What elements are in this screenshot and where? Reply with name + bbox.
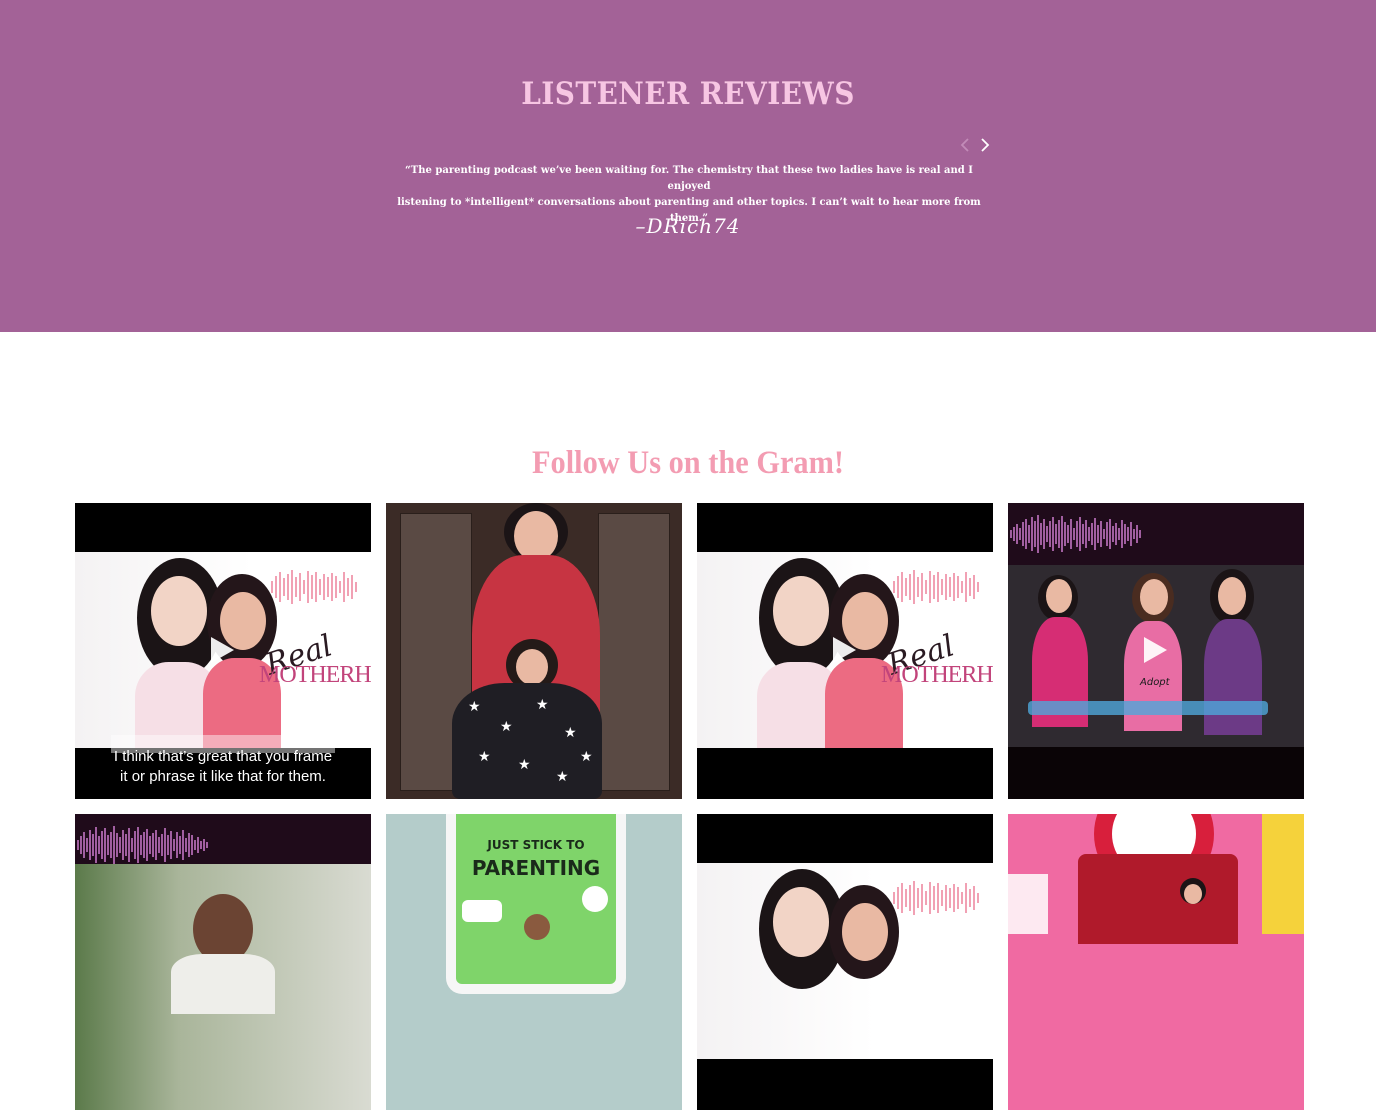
brand-name: MOTHERHOOD xyxy=(259,662,371,688)
instagram-post-8[interactable] xyxy=(1008,814,1304,1110)
play-icon xyxy=(1144,637,1167,663)
audio-wave-icon xyxy=(1008,503,1304,565)
brand-name: MOTHERHOOD xyxy=(881,662,993,688)
instagram-post-5[interactable] xyxy=(75,814,371,1110)
post-image: ★ ★ ★ ★ ★ ★ ★ ★ xyxy=(452,683,602,799)
instagram-post-1[interactable]: Real MOTHERHOOD I think that’s great tha… xyxy=(75,503,371,799)
review-author: –DRich74 xyxy=(635,214,741,238)
post-caption-line-2: it or phrase it like that for them. xyxy=(120,768,326,785)
audio-wave-icon xyxy=(893,881,979,915)
post-caption: I think that’s great that you frame it o… xyxy=(75,747,371,787)
audio-wave-icon xyxy=(893,570,979,604)
instagram-post-2[interactable]: ★ ★ ★ ★ ★ ★ ★ ★ xyxy=(386,503,682,799)
play-icon xyxy=(833,637,856,663)
post-caption-line-1: I think that’s great that you frame xyxy=(113,748,333,765)
instagram-post-4[interactable]: Adopt xyxy=(1008,503,1304,799)
book-title-line-1: JUST STICK TO xyxy=(487,838,585,852)
book-title-line-2: PARENTING xyxy=(471,856,601,880)
listener-reviews-section: LISTENER REVIEWS “The parenting podcast … xyxy=(0,0,1376,332)
post-image: JUST STICK TO PARENTING xyxy=(446,814,626,994)
shirt-text: Adopt xyxy=(1140,677,1170,688)
play-icon xyxy=(211,637,234,663)
chevron-left-icon[interactable] xyxy=(955,134,975,156)
instagram-post-7[interactable] xyxy=(697,814,993,1110)
post-image xyxy=(697,863,993,1059)
review-quote-line-1: “The parenting podcast we’ve been waitin… xyxy=(405,165,973,192)
instagram-section-title: Follow Us on the Gram! xyxy=(531,445,844,481)
post-image xyxy=(75,864,371,1110)
post-image xyxy=(1008,814,1304,1110)
reviews-title: LISTENER REVIEWS xyxy=(521,76,855,112)
instagram-post-3[interactable]: Real MOTHERHOOD xyxy=(697,503,993,799)
chevron-right-icon[interactable] xyxy=(975,134,995,156)
audio-wave-icon xyxy=(271,570,357,604)
instagram-post-6[interactable]: JUST STICK TO PARENTING xyxy=(386,814,682,1110)
